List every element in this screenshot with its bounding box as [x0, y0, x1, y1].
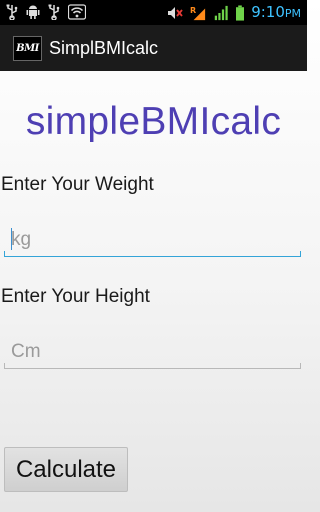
- app-title: SimplBMIcalc: [49, 38, 159, 58]
- app-icon[interactable]: BMI: [13, 36, 42, 61]
- page-heading: simpleBMIcalc: [25, 100, 282, 143]
- battery-icon: [236, 5, 245, 21]
- usb-icon: [6, 4, 18, 20]
- weight-label: Enter Your Weight: [1, 174, 154, 195]
- clock-suffix: PM: [284, 7, 301, 20]
- height-label: Enter Your Height: [1, 286, 150, 307]
- action-bar: BMI SimplBMIcalc: [0, 25, 307, 71]
- height-input-underline: [4, 363, 301, 369]
- signal-icon: [214, 5, 228, 21]
- text-cursor: [11, 228, 12, 250]
- mute-icon: [168, 7, 183, 19]
- weight-input[interactable]: [4, 223, 301, 257]
- roaming-signal-icon: R: [190, 6, 206, 21]
- weight-input-underline: [4, 251, 301, 257]
- android-debug-icon: [26, 5, 40, 19]
- usb-icon: [48, 4, 60, 20]
- calculate-button[interactable]: Calculate: [4, 447, 128, 492]
- height-input[interactable]: [4, 335, 301, 369]
- wifi-icon: [68, 4, 86, 20]
- status-bar: R 9:10PM: [0, 0, 307, 25]
- svg-text:R: R: [190, 6, 196, 15]
- clock-time: 9:10: [251, 3, 285, 21]
- status-clock: 9:10PM: [251, 3, 301, 23]
